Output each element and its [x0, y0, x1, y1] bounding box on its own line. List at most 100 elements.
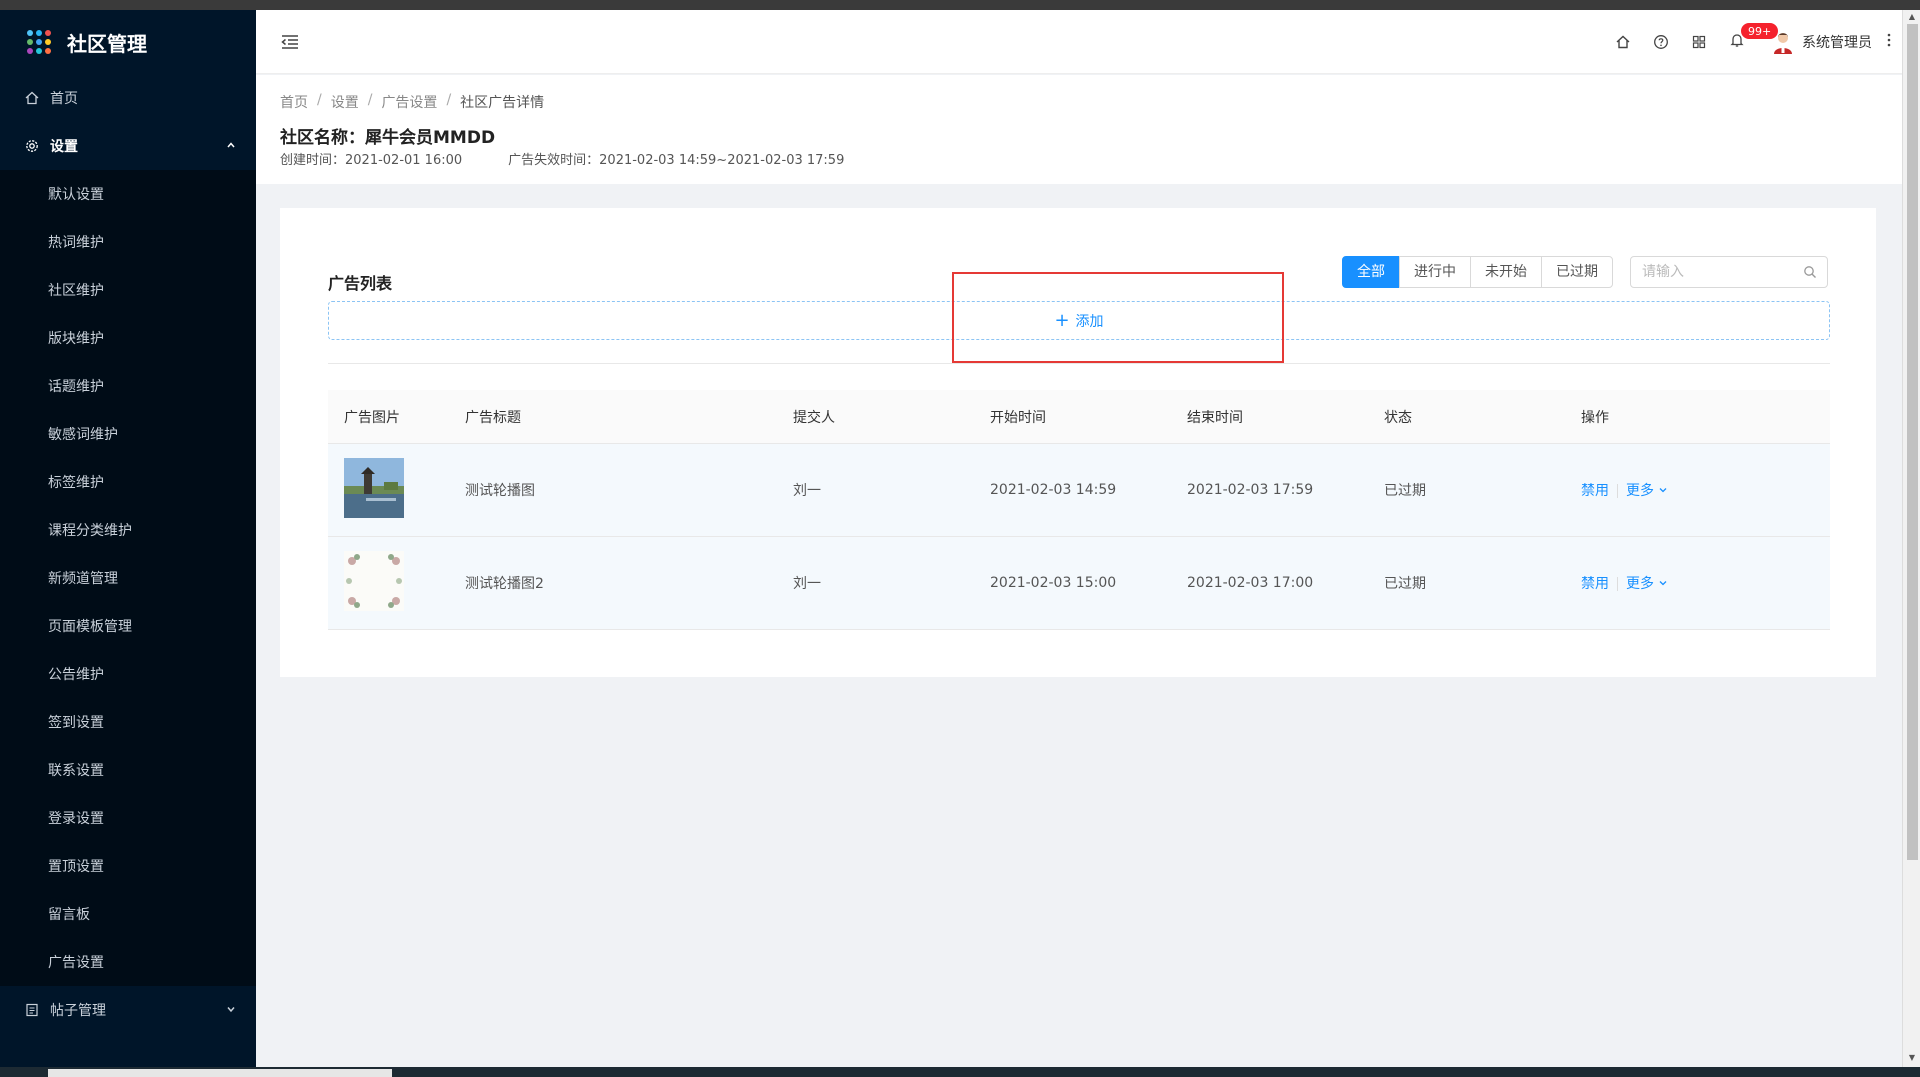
more-vertical-icon[interactable]: [1886, 32, 1892, 52]
disable-button[interactable]: 禁用: [1581, 483, 1609, 499]
sidebar-item-checkin[interactable]: 签到设置: [0, 698, 256, 746]
ad-start-time: 2021-02-03 14:59: [990, 482, 1117, 498]
breadcrumb: 首页 / 设置 / 广告设置 / 社区广告详情: [280, 92, 544, 112]
filter-expired[interactable]: 已过期: [1541, 256, 1613, 288]
expire-time: 广告失效时间：2021-02-03 14:59~2021-02-03 17:59: [508, 153, 845, 168]
sidebar-item-announcement[interactable]: 公告维护: [0, 650, 256, 698]
sidebar-item-channel[interactable]: 新频道管理: [0, 554, 256, 602]
ad-thumbnail-cell: [328, 458, 449, 522]
sidebar-item-posts[interactable]: 帖子管理: [0, 986, 256, 1034]
ad-actions: 禁用 更多: [1565, 480, 1830, 500]
list-icon: [24, 1002, 40, 1018]
chevron-down-icon: [1658, 576, 1668, 592]
card-title: 广告列表: [328, 274, 393, 293]
sidebar-item-sensitive-words[interactable]: 敏感词维护: [0, 410, 256, 458]
taskbar: [0, 1067, 1920, 1077]
more-label: 更多: [1626, 483, 1654, 499]
sidebar-item-settings[interactable]: 设置: [0, 122, 256, 170]
page-scrollbar[interactable]: ▲ ▼: [1902, 10, 1920, 1067]
scroll-thumb[interactable]: [1907, 24, 1918, 860]
sidebar-item-login[interactable]: 登录设置: [0, 794, 256, 842]
sidebar-item-label: 帖子管理: [50, 1003, 106, 1019]
sidebar-item-message-board[interactable]: 留言板: [0, 890, 256, 938]
created-time: 创建时间：2021-02-01 16:00: [280, 153, 463, 168]
chevron-down-icon: [226, 1004, 236, 1017]
sidebar-item-label: 设置: [50, 139, 78, 155]
more-dropdown[interactable]: 更多: [1626, 483, 1668, 499]
ad-start-time: 2021-02-03 15:00: [990, 575, 1117, 591]
breadcrumb-current: 社区广告详情: [460, 95, 545, 111]
header-actions: 99+ 系统管理员: [1604, 10, 1892, 74]
ad-actions: 禁用 更多: [1565, 573, 1830, 593]
fullscreen-icon[interactable]: [1680, 10, 1718, 74]
chevron-down-icon: [1658, 483, 1668, 499]
more-dropdown[interactable]: 更多: [1626, 576, 1668, 592]
notification-button[interactable]: 99+: [1718, 10, 1780, 74]
ad-status: 已过期: [1384, 483, 1426, 499]
disable-button[interactable]: 禁用: [1581, 576, 1609, 592]
breadcrumb-settings[interactable]: 设置: [331, 92, 359, 112]
top-header: 99+ 系统管理员: [256, 10, 1902, 74]
breadcrumb-ad-settings[interactable]: 广告设置: [381, 92, 437, 112]
filter-all[interactable]: 全部: [1342, 256, 1400, 288]
home-icon: [24, 90, 40, 106]
ad-submitter: 刘一: [793, 576, 821, 592]
sidebar-item-home[interactable]: 首页: [0, 74, 256, 122]
scroll-down-arrow[interactable]: ▼: [1907, 1053, 1917, 1063]
page-header: 首页 / 设置 / 广告设置 / 社区广告详情 社区名称：犀牛会员MMDD 创建…: [256, 75, 1902, 184]
ad-thumbnail[interactable]: [344, 551, 404, 611]
chevron-up-icon: [226, 140, 236, 153]
search-box: [1630, 256, 1828, 288]
col-header-submitter: 提交人: [793, 409, 835, 426]
filter-not-started[interactable]: 未开始: [1470, 256, 1542, 288]
notification-badge: 99+: [1740, 22, 1780, 40]
sidebar-item-tags[interactable]: 标签维护: [0, 458, 256, 506]
taskbar-segment: [48, 1069, 392, 1077]
col-header-actions: 操作: [1581, 409, 1609, 426]
scroll-up-arrow[interactable]: ▲: [1907, 12, 1917, 22]
breadcrumb-separator: /: [367, 92, 373, 108]
settings-submenu: 默认设置 热词维护 社区维护 版块维护 话题维护 敏感词维护 标签维护 课程分类…: [0, 170, 256, 986]
col-header-status: 状态: [1384, 409, 1412, 426]
sidebar-item-contact[interactable]: 联系设置: [0, 746, 256, 794]
ad-end-time: 2021-02-03 17:59: [1187, 482, 1314, 498]
sidebar-item-pin[interactable]: 置顶设置: [0, 842, 256, 890]
page-title: 社区名称：犀牛会员MMDD: [280, 128, 496, 148]
sidebar-item-community[interactable]: 社区维护: [0, 266, 256, 314]
action-divider: [1617, 484, 1618, 498]
breadcrumb-home[interactable]: 首页: [280, 92, 308, 112]
ad-title: 测试轮播图2: [465, 576, 544, 592]
help-icon[interactable]: [1642, 10, 1680, 74]
search-input[interactable]: [1631, 257, 1791, 287]
sidebar: 社区管理 首页 设置 默认设置 热词维护 社区维护 版块维护 话题维护 敏感词维…: [0, 10, 256, 1067]
ad-end-time: 2021-02-03 17:00: [1187, 575, 1314, 591]
sidebar-item-board[interactable]: 版块维护: [0, 314, 256, 362]
ad-thumbnail[interactable]: [344, 458, 404, 518]
ad-submitter: 刘一: [793, 483, 821, 499]
sidebar-item-label: 首页: [50, 91, 78, 107]
sidebar-item-hotword[interactable]: 热词维护: [0, 218, 256, 266]
sidebar-item-topic[interactable]: 话题维护: [0, 362, 256, 410]
breadcrumb-separator: /: [446, 92, 452, 108]
menu-fold-icon[interactable]: [280, 32, 300, 52]
col-header-image: 广告图片: [344, 409, 400, 426]
filter-in-progress[interactable]: 进行中: [1399, 256, 1471, 288]
ad-title: 测试轮播图: [465, 483, 535, 499]
col-header-end: 结束时间: [1187, 409, 1243, 426]
sidebar-item-course-category[interactable]: 课程分类维护: [0, 506, 256, 554]
logo: 社区管理: [0, 10, 256, 74]
table-row: 测试轮播图 刘一 2021-02-03 14:59 2021-02-03 17:…: [328, 444, 1830, 537]
user-name[interactable]: 系统管理员: [1802, 32, 1872, 52]
search-icon[interactable]: [1803, 265, 1817, 279]
sidebar-item-default-settings[interactable]: 默认设置: [0, 170, 256, 218]
highlight-annotation-box: [952, 272, 1284, 363]
breadcrumb-separator: /: [317, 92, 322, 108]
col-header-title: 广告标题: [465, 409, 521, 426]
gear-icon: [24, 138, 40, 154]
page-meta: 创建时间：2021-02-01 16:00 广告失效时间：2021-02-03 …: [280, 149, 844, 168]
more-label: 更多: [1626, 576, 1654, 592]
sidebar-item-ad-settings[interactable]: 广告设置: [0, 938, 256, 986]
sidebar-item-page-template[interactable]: 页面模板管理: [0, 602, 256, 650]
home-icon[interactable]: [1604, 10, 1642, 74]
col-header-start: 开始时间: [990, 409, 1046, 426]
